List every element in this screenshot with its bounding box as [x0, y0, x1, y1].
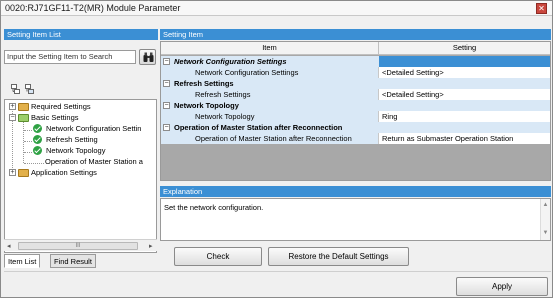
tree-guide [24, 130, 32, 131]
collapse-toggle[interactable]: − [163, 124, 170, 131]
row-item-label: Network Configuration Settings [174, 57, 287, 66]
scroll-thumb[interactable]: III [18, 242, 138, 250]
collapse-all-icon[interactable] [25, 84, 35, 94]
row-item-label: Network Configuration Settings [161, 67, 379, 78]
expand-toggle[interactable]: + [9, 103, 16, 110]
row-setting-value[interactable]: <Detailed Setting> [379, 67, 550, 78]
title-bar: 0020:RJ71GF11-T2(MR) Module Parameter ✕ [1, 1, 552, 16]
row-setting-value[interactable]: Return as Submaster Operation Station [379, 133, 550, 144]
tree-guide [24, 141, 32, 142]
category-row[interactable]: − Operation of Master Station after Recon… [161, 122, 550, 133]
check-icon [33, 124, 42, 133]
setting-item-header: Setting Item [160, 29, 551, 40]
tab-item-list[interactable]: Item List [4, 254, 41, 268]
setting-item-list-header: Setting Item List [4, 29, 158, 40]
module-parameter-window: 0020:RJ71GF11-T2(MR) Module Parameter ✕ … [0, 0, 553, 298]
collapse-toggle[interactable]: − [163, 102, 170, 109]
collapse-toggle[interactable]: − [163, 80, 170, 87]
scroll-left-icon[interactable]: ◂ [7, 242, 11, 250]
category-row[interactable]: − Refresh Settings [161, 78, 550, 89]
column-header-setting: Setting [379, 42, 550, 55]
category-row[interactable]: − Network Topology [161, 100, 550, 111]
search-input[interactable]: Input the Setting Item to Search [4, 50, 136, 64]
tree-guide [24, 163, 44, 164]
close-icon[interactable]: ✕ [536, 3, 547, 14]
apply-button[interactable]: Apply [456, 277, 548, 296]
setting-row[interactable]: Network Configuration Settings <Detailed … [161, 67, 550, 78]
setting-tree: + Required Settings − Basic Settings Net… [4, 99, 157, 253]
setting-row[interactable]: Network Topology Ring [161, 111, 550, 122]
folder-icon [18, 169, 29, 177]
explanation-scrollbar[interactable]: ▲ ▼ [540, 199, 550, 240]
restore-default-settings-button[interactable]: Restore the Default Settings [268, 247, 409, 266]
search-button[interactable] [139, 49, 156, 65]
row-setting-value [379, 56, 550, 67]
check-button[interactable]: Check [174, 247, 262, 266]
collapse-toggle[interactable]: − [9, 114, 16, 121]
row-item-label: Operation of Master Station after Reconn… [174, 123, 343, 132]
scroll-down-icon[interactable]: ▼ [541, 230, 550, 236]
category-row[interactable]: − Network Configuration Settings [161, 56, 550, 67]
check-icon [33, 146, 42, 155]
explanation-text: Set the network configuration. [164, 203, 264, 212]
tree-guide [24, 152, 32, 153]
window-title: 0020:RJ71GF11-T2(MR) Module Parameter [5, 3, 181, 13]
tab-find-result[interactable]: Find Result [50, 254, 96, 268]
row-setting-value [379, 122, 550, 133]
column-header-item: Item [161, 42, 379, 55]
explanation-header: Explanation [160, 186, 551, 197]
collapse-toggle[interactable]: − [163, 58, 170, 65]
expand-toggle[interactable]: + [9, 169, 16, 176]
expand-all-icon[interactable] [11, 84, 21, 94]
setting-grid: Item Setting − Network Configuration Sett… [160, 41, 551, 181]
explanation-box: Set the network configuration. ▲ ▼ [160, 198, 551, 241]
setting-row[interactable]: Operation of Master Station after Reconn… [161, 133, 550, 144]
row-item-label: Refresh Settings [174, 79, 234, 88]
row-item-label: Network Topology [161, 111, 379, 122]
row-setting-value[interactable]: <Detailed Setting> [379, 89, 550, 100]
setting-row[interactable]: Refresh Settings <Detailed Setting> [161, 89, 550, 100]
folder-icon [18, 103, 29, 111]
row-item-label: Network Topology [174, 101, 239, 110]
check-icon [33, 135, 42, 144]
row-item-label: Refresh Settings [161, 89, 379, 100]
footer-divider [4, 271, 551, 272]
row-setting-value [379, 100, 550, 111]
tree-horizontal-scrollbar[interactable]: ◂ III ▸ [4, 239, 157, 251]
row-item-label: Operation of Master Station after Reconn… [161, 133, 379, 144]
row-setting-value[interactable]: Ring [379, 111, 550, 122]
binoculars-icon [143, 52, 154, 62]
scroll-up-icon[interactable]: ▲ [541, 202, 550, 208]
row-setting-value [379, 78, 550, 89]
folder-open-icon [18, 114, 29, 122]
scroll-right-icon[interactable]: ▸ [149, 242, 153, 250]
